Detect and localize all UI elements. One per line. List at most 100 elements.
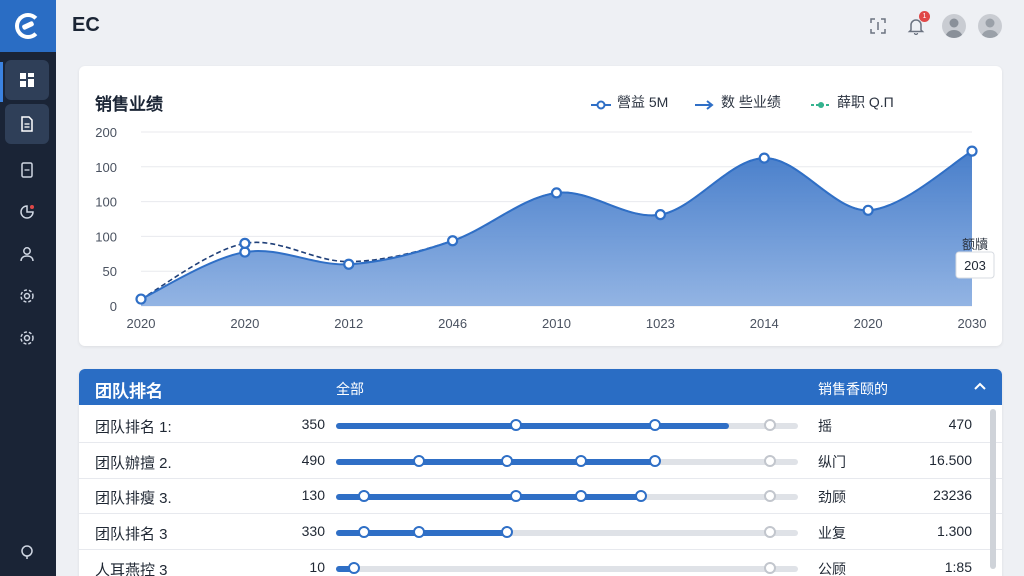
slider-end-knob[interactable] (764, 490, 777, 502)
notifications-button[interactable]: 1 (904, 11, 930, 38)
team-sales-value: 1:85 (944, 559, 972, 575)
active-indicator (0, 62, 3, 102)
slider-knob[interactable] (357, 490, 370, 502)
data-point (654, 209, 666, 221)
team-category: 摇 (818, 418, 832, 434)
sales-chart-card: 销售业绩 營益 5M 数 些业绩 薛职 Q.Π 200 100 100 100 50 0 2… (79, 66, 1002, 346)
slider-end-knob[interactable] (764, 419, 777, 431)
team-ranking-panel: 团队排名 全部 销售香颐的 团队排名 1: 350 摇 470 团队辦擅 2. 490 纵门… (79, 369, 1002, 576)
help-icon (21, 545, 33, 559)
nav-settings-2[interactable] (5, 318, 49, 358)
progress-slider[interactable] (336, 419, 798, 431)
team-name: 团队排瘦 3. (95, 490, 172, 507)
y-tick-label: 0 (110, 299, 117, 314)
slider-end-knob[interactable] (764, 455, 777, 467)
tooltip-label: 额牘 (962, 237, 988, 252)
slider-knob[interactable] (500, 526, 513, 538)
document-icon (21, 116, 33, 132)
slider-knob[interactable] (348, 562, 361, 574)
progress-slider[interactable] (336, 490, 798, 502)
progress-slider[interactable] (336, 526, 798, 538)
x-tick-label: 2014 (750, 316, 779, 331)
x-tick-label: 2030 (958, 316, 987, 331)
team-category: 公顾 (818, 561, 846, 576)
data-point (758, 152, 770, 164)
data-point (343, 258, 355, 270)
slider-knob[interactable] (574, 490, 587, 502)
y-tick-label: 100 (95, 160, 117, 175)
avatar-secondary[interactable] (978, 14, 1002, 38)
chevron-up-icon[interactable] (972, 379, 988, 395)
slider-knob[interactable] (413, 455, 426, 467)
slider-knob[interactable] (510, 490, 523, 502)
data-point (966, 145, 978, 157)
y-tick-label: 50 (103, 264, 117, 279)
tooltip-value: 203 (964, 258, 986, 273)
pie-chart-icon (20, 205, 34, 219)
team-sales-value: 1.300 (936, 523, 972, 539)
table-row[interactable]: 团队排瘦 3. 130 劲顾 23236 (79, 478, 1002, 514)
nav-users[interactable] (5, 234, 49, 274)
slider-knob[interactable] (648, 419, 661, 431)
scrollbar[interactable] (990, 409, 996, 569)
team-name: 团队排名 1: (95, 419, 172, 436)
nav-help[interactable] (5, 532, 49, 572)
team-name: 人耳燕控 3 (95, 562, 168, 576)
team-score: 490 (301, 452, 325, 468)
progress-fill (336, 494, 641, 500)
data-point (239, 237, 251, 249)
slider-knob[interactable] (574, 455, 587, 467)
nav-files[interactable] (5, 150, 49, 190)
slider-end-knob[interactable] (764, 562, 777, 574)
scan-button[interactable] (866, 14, 890, 38)
team-sales-value: 23236 (933, 487, 972, 503)
avatar[interactable] (942, 14, 966, 38)
slider-knob[interactable] (634, 490, 647, 502)
filter-all[interactable]: 全部 (336, 379, 364, 399)
slider-knob[interactable] (648, 455, 661, 467)
progress-slider[interactable] (336, 562, 798, 574)
table-row[interactable]: 团队排名 3 330 业复 1.300 (79, 514, 1002, 550)
slider-end-knob[interactable] (764, 526, 777, 538)
progress-fill (336, 423, 729, 429)
data-point (550, 187, 563, 199)
area-fill (141, 151, 972, 306)
x-tick-label: 2020 (230, 316, 259, 331)
scan-icon (870, 18, 886, 34)
slider-knob[interactable] (510, 419, 523, 431)
team-sales-value: 470 (948, 416, 972, 432)
y-tick-label: 100 (95, 229, 117, 244)
sidebar (0, 0, 56, 576)
team-sales-value: 16.500 (929, 452, 972, 468)
slider-knob[interactable] (500, 455, 513, 467)
notification-badge: 1 (919, 11, 930, 22)
progress-fill (336, 459, 655, 465)
table-row[interactable]: 人耳燕控 3 10 公顾 1:85 (79, 550, 1002, 576)
settings-icon (20, 331, 34, 345)
table-row[interactable]: 团队排名 1: 350 摇 470 (79, 407, 1002, 443)
nav-settings-1[interactable] (5, 276, 49, 316)
data-point (135, 293, 147, 305)
team-category: 业复 (818, 525, 846, 541)
brand-title: EC (72, 14, 100, 36)
team-score: 130 (301, 487, 325, 503)
y-tick-label: 100 (95, 195, 117, 210)
data-point (447, 235, 459, 247)
x-tick-label: 2010 (542, 316, 571, 331)
nav-dashboard[interactable] (5, 60, 49, 100)
x-tick-label: 2020 (854, 316, 883, 331)
table-row[interactable]: 团队辦擅 2. 490 纵门 16.500 (79, 443, 1002, 479)
x-tick-label: 2012 (334, 316, 363, 331)
sales-column-header[interactable]: 销售香颐的 (818, 379, 888, 399)
slider-knob[interactable] (413, 526, 426, 538)
data-point (862, 204, 874, 216)
team-name: 团队辦擅 2. (95, 455, 172, 472)
nav-reports[interactable] (5, 192, 49, 232)
team-score: 350 (301, 416, 325, 432)
app-logo[interactable] (0, 0, 56, 52)
team-score: 330 (301, 523, 325, 539)
team-category: 劲顾 (818, 489, 846, 505)
progress-slider[interactable] (336, 455, 798, 467)
slider-knob[interactable] (357, 526, 370, 538)
nav-documents[interactable] (5, 104, 49, 144)
